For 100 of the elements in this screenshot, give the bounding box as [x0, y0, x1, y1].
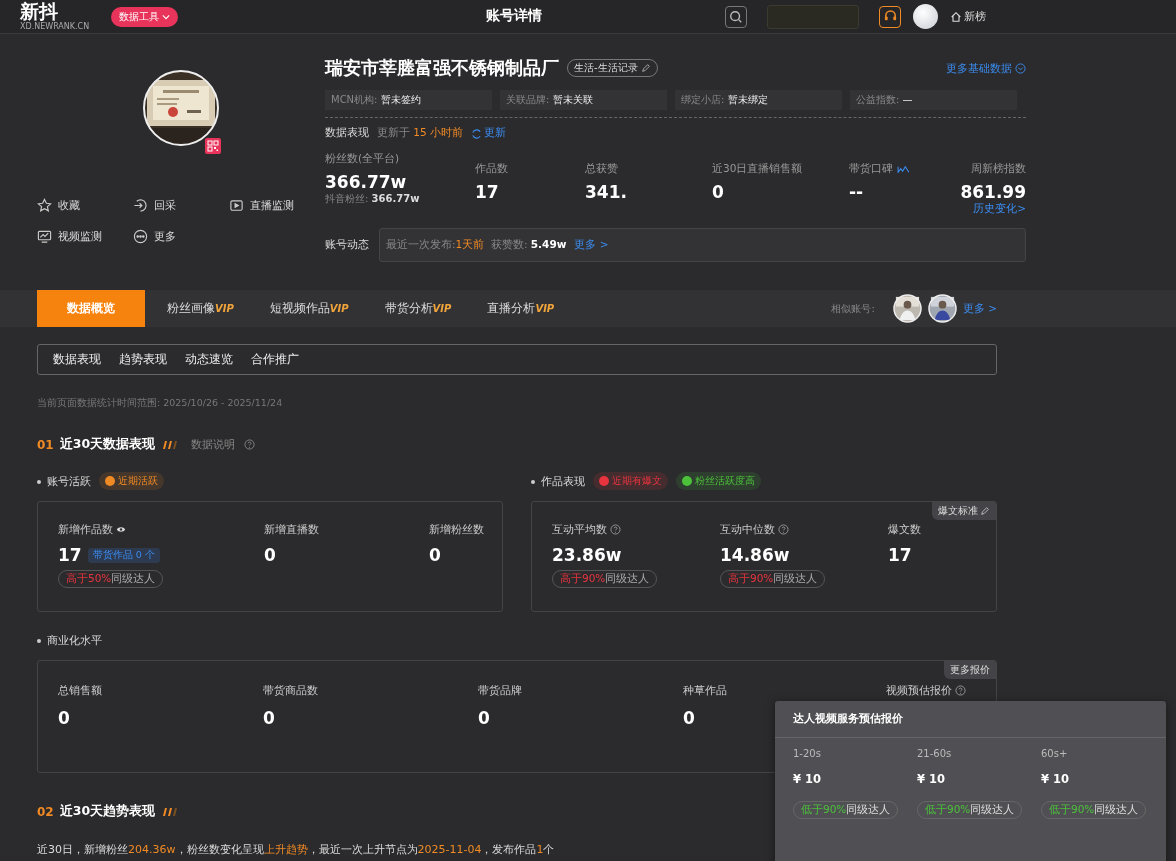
trend-chart-icon[interactable] — [897, 164, 910, 174]
similar-accounts-label: 相似账号: — [831, 301, 875, 316]
group-title: 账号活跃 — [37, 473, 91, 489]
section-number: 01 — [37, 437, 54, 452]
enter-icon — [133, 198, 148, 213]
metric-label: 种草作品 — [683, 683, 727, 698]
stat-value: 861.99 — [960, 182, 1026, 202]
stat-label: 粉丝数(全平台) — [325, 152, 401, 166]
data-tools-button[interactable]: 数据工具 — [111, 6, 179, 27]
metric-label: 爆文数 — [888, 522, 921, 537]
metric-value: 17 — [58, 545, 82, 565]
section-title: 近30天数据表现 — [59, 436, 156, 453]
pencil-icon — [640, 63, 651, 73]
data-explanation-link[interactable]: 数据说明 — [191, 437, 236, 452]
info-field: MCN机构: 暂未签约 — [325, 90, 492, 110]
section-label: 数据表现 — [325, 126, 369, 140]
help-icon[interactable] — [244, 439, 256, 450]
metric-label: 总销售额 — [58, 683, 102, 698]
corner-button[interactable]: 爆文标准 — [932, 502, 996, 520]
stripes-icon — [161, 806, 180, 817]
stripes-icon — [161, 439, 180, 450]
stat-label: 作品数 — [475, 162, 509, 176]
support-button[interactable] — [879, 5, 901, 28]
monitor-icon — [37, 229, 52, 244]
search-button[interactable] — [725, 5, 747, 28]
metric-value: 23.86w — [552, 545, 622, 565]
subtab[interactable]: 趋势表现 — [110, 351, 176, 368]
metric-label: 新增作品数 — [58, 522, 126, 537]
star-icon — [37, 198, 52, 213]
metric-label: 带货商品数 — [263, 683, 318, 698]
group-title: 商业化水平 — [37, 632, 102, 648]
history-link[interactable]: 历史变化> — [973, 202, 1026, 216]
chevron-down-icon — [1015, 62, 1026, 74]
info-field: 公益指数: — — [850, 90, 1017, 110]
section-title: 近30天趋势表现 — [59, 803, 156, 820]
status-tag: 粉丝活跃度高 — [676, 472, 761, 490]
home-icon — [950, 10, 962, 23]
help-icon[interactable] — [778, 524, 789, 535]
metric-label: 互动平均数 — [552, 522, 621, 537]
account-name: 瑞安市莘塍富强不锈钢制品厂 — [325, 56, 559, 80]
tab[interactable]: 短视频作品VIP — [251, 290, 363, 327]
duration-label: 21-60s — [917, 748, 952, 759]
play-icon — [229, 198, 244, 213]
metric-value: 0 — [263, 708, 275, 728]
subtab[interactable]: 数据表现 — [44, 351, 110, 368]
subtab[interactable]: 合作推广 — [242, 351, 308, 368]
tab[interactable]: 粉丝画像VIP — [149, 290, 248, 327]
stat-subtext: 抖音粉丝: 366.77w — [325, 192, 421, 206]
metric-value: 0 — [683, 708, 695, 728]
stat-value: 17 — [475, 182, 500, 202]
metric-value: 0 — [478, 708, 490, 728]
tab[interactable]: 直播分析VIP — [469, 290, 569, 327]
help-icon[interactable] — [955, 685, 966, 696]
metric-value: 0 — [264, 545, 276, 565]
metric-label: 互动中位数 — [720, 522, 789, 537]
date-range: 当前页面数据统计时间范围: 2025/10/26 - 2025/11/24 — [37, 397, 284, 410]
tab[interactable]: 带货分析VIP — [366, 290, 466, 327]
corner-button[interactable]: 更多报价 — [944, 661, 996, 679]
metric-value: 14.86w — [720, 545, 790, 565]
search-icon — [729, 9, 743, 24]
eye-icon[interactable] — [116, 526, 126, 533]
user-avatar[interactable] — [913, 4, 938, 29]
metric-value: 0 — [58, 708, 70, 728]
refresh-icon — [471, 127, 483, 139]
help-icon[interactable] — [610, 524, 621, 535]
price-value: ¥ 10 — [793, 772, 821, 786]
stat-label: 周新榜指数 — [971, 162, 1026, 176]
action-link[interactable]: 回采 — [133, 198, 229, 213]
home-link[interactable]: 新榜 — [950, 9, 986, 24]
stat-value: 341. — [585, 182, 628, 202]
action-link[interactable]: 视频监测 — [37, 229, 133, 244]
page-title: 账号详情 — [486, 7, 542, 25]
section-label: 账号动态 — [325, 238, 369, 252]
info-field: 绑定小店: 暂未绑定 — [675, 90, 842, 110]
status-tag: 近期有爆文 — [593, 472, 668, 490]
stat-label: 近30日直播销售额 — [712, 162, 804, 176]
more-basic-data-link[interactable]: 更多基础数据 — [946, 60, 1026, 76]
metric-value: 0 — [429, 545, 441, 565]
stat-value: 0 — [712, 182, 725, 202]
stat-label: 带货口碑 — [849, 162, 966, 176]
action-link[interactable]: 更多 — [133, 229, 229, 244]
action-link[interactable]: 直播监测 — [229, 198, 325, 213]
status-tag: 近期活跃 — [99, 472, 164, 490]
info-chip: 带货作品 0 个 — [87, 547, 160, 563]
more-link[interactable]: 更多 > — [962, 301, 997, 316]
duration-label: 60s+ — [1041, 748, 1068, 759]
site-logo[interactable]: 新抖 — [20, 2, 90, 21]
update-time: 更新于 15 小时前 — [377, 126, 464, 140]
section-number: 02 — [37, 804, 54, 819]
metric-label: 新增直播数 — [264, 522, 319, 537]
action-link[interactable]: 收藏 — [37, 198, 133, 213]
subtab[interactable]: 动态速览 — [176, 351, 242, 368]
price-value: ¥ 10 — [917, 772, 945, 786]
trend-summary: 近30日，新增粉丝204.36w，粉丝数变化呈现上升趋势，最近一次上升节点为2025-11-04，发布作品1个 — [37, 842, 556, 857]
site-domain: XD.NEWRANK.CN — [20, 23, 90, 31]
pencil-icon — [980, 506, 990, 516]
duration-label: 1-20s — [793, 748, 821, 759]
stat-value: 366.77w — [325, 172, 408, 192]
refresh-link[interactable]: 更新 — [471, 126, 507, 140]
more-link[interactable]: 更多 > — [574, 238, 609, 252]
